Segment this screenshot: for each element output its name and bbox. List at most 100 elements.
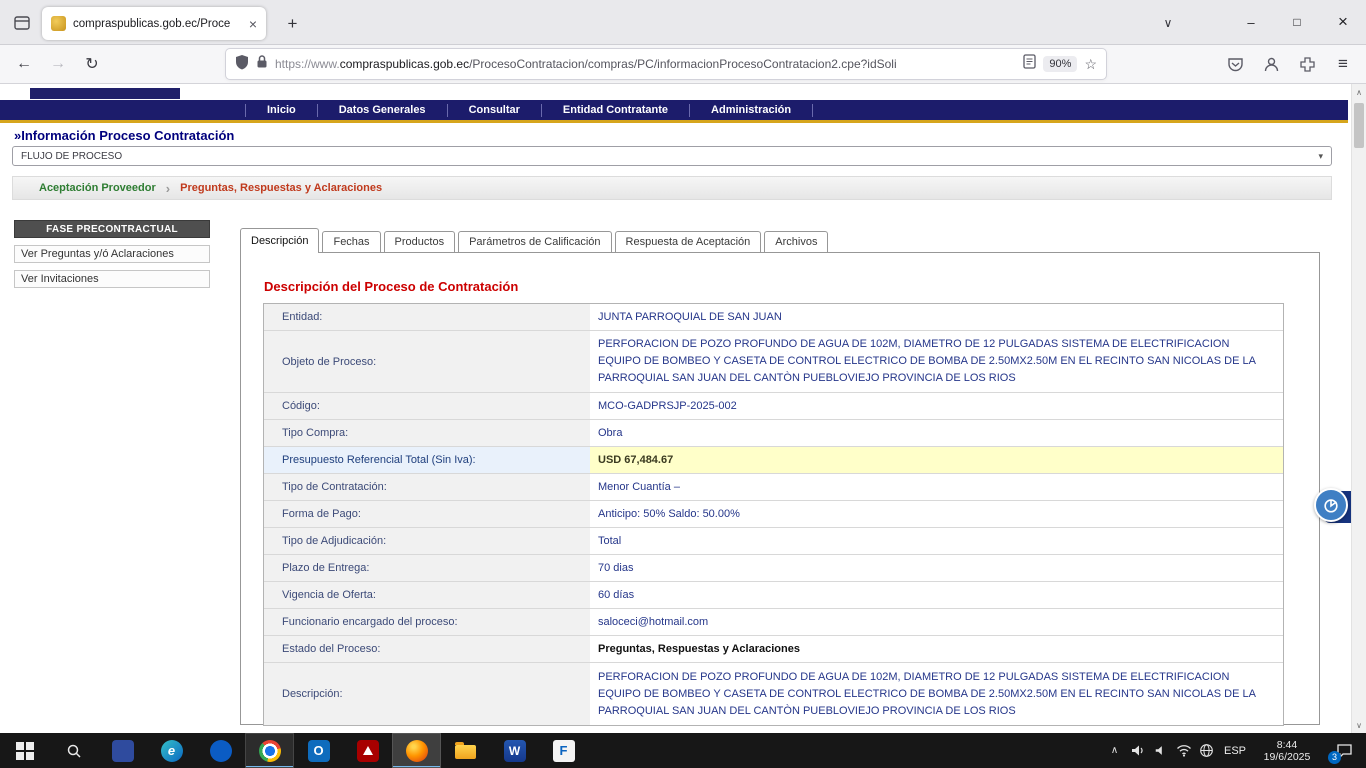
floating-widget-button[interactable]	[1314, 488, 1352, 526]
field-label: Vigencia de Oferta:	[264, 582, 590, 608]
main-navigation: Inicio Datos Generales Consultar Entidad…	[0, 100, 1348, 120]
tab-descripcion[interactable]: Descripción	[240, 228, 319, 253]
sidebar-header: FASE PRECONTRACTUAL	[14, 220, 210, 238]
close-icon[interactable]: ×	[1320, 0, 1366, 44]
file-explorer-icon	[455, 745, 476, 759]
notification-badge: 3	[1328, 751, 1341, 764]
windows-taskbar: e O W F ∧ ESP 8:44 19/6/2025 3	[0, 733, 1366, 768]
sidebar-item-ver-invitaciones[interactable]: Ver Invitaciones	[14, 270, 210, 288]
sidebar: FASE PRECONTRACTUAL Ver Preguntas y/ó Ac…	[14, 220, 210, 288]
table-row: Forma de Pago: Anticipo: 50% Saldo: 50.0…	[264, 501, 1283, 528]
chevron-down-icon: ▾	[1318, 151, 1323, 162]
scrollbar-thumb[interactable]	[1354, 103, 1364, 148]
table-row: Plazo de Entrega: 70 dias	[264, 555, 1283, 582]
windows-logo-icon	[16, 742, 34, 760]
taskbar-app-edge[interactable]: e	[147, 733, 196, 768]
browser-tab[interactable]: compraspublicas.gob.ec/Proce ×	[42, 7, 266, 40]
field-label: Estado del Proceso:	[264, 636, 590, 662]
chrome-icon	[259, 740, 281, 762]
forward-icon[interactable]: →	[42, 50, 74, 78]
clock-date: 19/6/2025	[1252, 751, 1322, 763]
tab-parametros[interactable]: Parámetros de Calificación	[458, 231, 611, 252]
pocket-icon[interactable]	[1222, 51, 1248, 77]
tab-archivos[interactable]: Archivos	[764, 231, 828, 252]
zoom-indicator[interactable]: 90%	[1043, 56, 1077, 72]
taskbar-clock[interactable]: 8:44 19/6/2025	[1252, 739, 1322, 763]
reload-icon[interactable]: ↻	[76, 50, 108, 78]
field-value: Anticipo: 50% Saldo: 50.00%	[590, 501, 1283, 527]
firefox-view-icon[interactable]	[8, 9, 36, 37]
field-value: saloceci@hotmail.com	[590, 609, 1283, 635]
tray-chevron-icon[interactable]: ∧	[1103, 733, 1126, 768]
action-center-button[interactable]: 3	[1322, 733, 1366, 768]
table-row: Código: MCO-GADPRSJP-2025-002	[264, 393, 1283, 420]
outlook-icon: O	[308, 740, 330, 762]
field-value: Preguntas, Respuestas y Aclaraciones	[590, 636, 1283, 662]
flow-select[interactable]: FLUJO DE PROCESO ▾	[12, 146, 1332, 166]
taskbar-search-button[interactable]	[49, 733, 98, 768]
word-icon: W	[504, 740, 526, 762]
taskbar-app-chrome[interactable]	[245, 733, 294, 768]
taskbar-app-file-explorer[interactable]	[441, 733, 490, 768]
table-row: Tipo de Adjudicación: Total	[264, 528, 1283, 555]
taskbar-app-blue[interactable]	[196, 733, 245, 768]
sidebar-item-ver-preguntas[interactable]: Ver Preguntas y/ó Aclaraciones	[14, 245, 210, 263]
nav-administracion[interactable]: Administración	[690, 104, 813, 117]
language-indicator[interactable]: ESP	[1218, 745, 1252, 757]
taskbar-app-teams[interactable]	[98, 733, 147, 768]
field-label: Plazo de Entrega:	[264, 555, 590, 581]
lock-icon[interactable]	[256, 54, 268, 74]
nav-datos-generales[interactable]: Datos Generales	[318, 104, 448, 117]
scroll-up-icon[interactable]: ∧	[1352, 84, 1366, 100]
maximize-icon[interactable]: □	[1274, 0, 1320, 44]
field-value: MCO-GADPRSJP-2025-002	[590, 393, 1283, 419]
field-label: Tipo Compra:	[264, 420, 590, 446]
blue-app-icon	[210, 740, 232, 762]
taskbar-app-acrobat[interactable]	[343, 733, 392, 768]
scroll-down-icon[interactable]: ∨	[1352, 717, 1366, 733]
tab-list-icon[interactable]: ∨	[1153, 10, 1183, 36]
tab-fechas[interactable]: Fechas	[322, 231, 380, 252]
bookmark-star-icon[interactable]: ☆	[1084, 56, 1097, 73]
start-button[interactable]	[0, 733, 49, 768]
foxit-icon: F	[553, 740, 575, 762]
back-icon[interactable]: ←	[8, 50, 40, 78]
breadcrumb-preguntas-respuestas: Preguntas, Respuestas y Aclaraciones	[180, 182, 382, 194]
address-bar[interactable]: https://www.compraspublicas.gob.ec/Proce…	[226, 49, 1106, 79]
extensions-icon[interactable]	[1294, 51, 1320, 77]
field-label: Presupuesto Referencial Total (Sin Iva):	[264, 447, 590, 473]
site-header-fragment	[30, 88, 180, 99]
volume-icon[interactable]	[1126, 733, 1149, 768]
nav-consultar[interactable]: Consultar	[448, 104, 542, 117]
volume-alt-icon[interactable]	[1149, 733, 1172, 768]
field-value: Menor Cuantía –	[590, 474, 1283, 500]
nav-entidad-contratante[interactable]: Entidad Contratante	[542, 104, 690, 117]
new-tab-button[interactable]: +	[279, 10, 306, 37]
table-row: Objeto de Proceso: PERFORACION DE POZO P…	[264, 331, 1283, 393]
taskbar-app-firefox[interactable]	[392, 733, 441, 768]
taskbar-app-outlook[interactable]: O	[294, 733, 343, 768]
network-globe-icon[interactable]	[1195, 733, 1218, 768]
shield-icon[interactable]	[235, 54, 249, 75]
breadcrumb-aceptacion-proveedor[interactable]: Aceptación Proveedor	[39, 182, 156, 194]
tab-productos[interactable]: Productos	[384, 231, 456, 252]
account-icon[interactable]	[1258, 51, 1284, 77]
field-value: PERFORACION DE POZO PROFUNDO DE AGUA DE …	[590, 331, 1283, 392]
menu-icon[interactable]: ≡	[1330, 51, 1356, 77]
tab-respuesta[interactable]: Respuesta de Aceptación	[615, 231, 762, 252]
nav-inicio[interactable]: Inicio	[245, 104, 318, 117]
table-row-presupuesto: Presupuesto Referencial Total (Sin Iva):…	[264, 447, 1283, 474]
table-row: Tipo Compra: Obra	[264, 420, 1283, 447]
table-row: Vigencia de Oferta: 60 días	[264, 582, 1283, 609]
process-detail-table: Entidad: JUNTA PARROQUIAL DE SAN JUAN Ob…	[263, 303, 1284, 726]
firefox-icon	[406, 740, 428, 762]
vertical-scrollbar[interactable]: ∧ ∨	[1351, 84, 1366, 733]
tab-close-icon[interactable]: ×	[249, 17, 257, 31]
field-value: Obra	[590, 420, 1283, 446]
taskbar-app-word[interactable]: W	[490, 733, 539, 768]
taskbar-app-foxit[interactable]: F	[539, 733, 588, 768]
minimize-icon[interactable]: –	[1228, 0, 1274, 44]
edge-icon: e	[161, 740, 183, 762]
reader-mode-icon[interactable]	[1023, 54, 1036, 74]
wifi-icon[interactable]	[1172, 733, 1195, 768]
